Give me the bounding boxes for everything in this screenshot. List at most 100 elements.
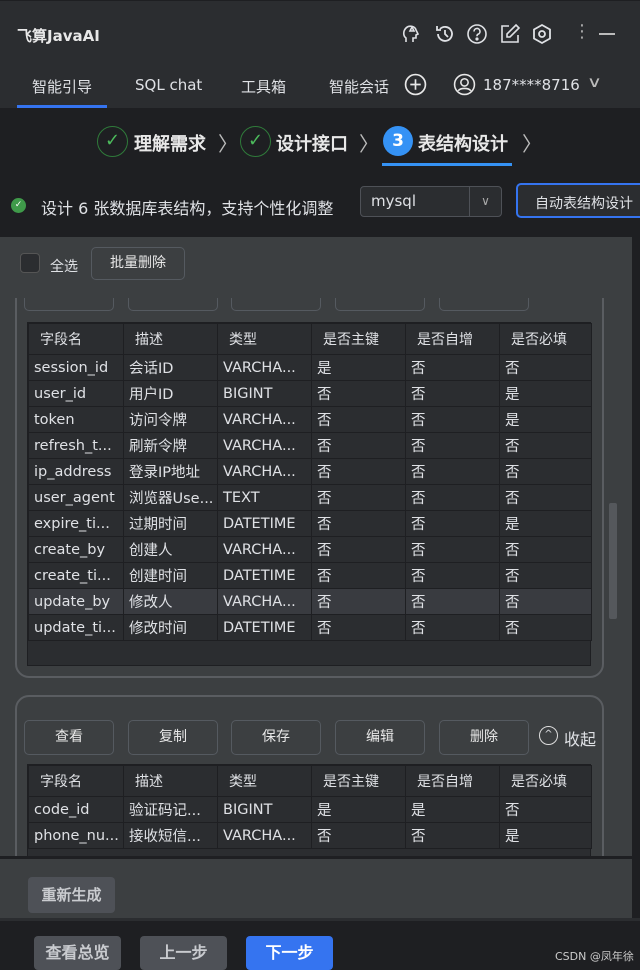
table-cell: 修改时间 (123, 614, 218, 641)
collapse-icon[interactable]: ^ (539, 726, 558, 745)
delete-button[interactable]: 删除 (439, 720, 529, 755)
edit-button[interactable] (335, 298, 425, 311)
select-all-label[interactable]: 全选 (50, 256, 78, 276)
table-cell: 否 (311, 380, 406, 407)
tab-guide[interactable]: 智能引导 (32, 76, 92, 97)
minimize-icon[interactable] (599, 33, 615, 35)
delete-button[interactable] (439, 298, 529, 311)
more-icon[interactable]: ⋮ (573, 21, 591, 42)
table-cell: DATETIME (217, 562, 312, 589)
tab-chat[interactable]: 智能会话 (329, 76, 389, 97)
user-phone[interactable]: 187****8716 (483, 76, 580, 94)
table-cell: 否 (405, 354, 500, 381)
table-cell: create_by (28, 536, 124, 563)
table-cell: expire_ti... (28, 510, 124, 537)
column-header: 字段名 (28, 765, 124, 797)
table-row[interactable]: refresh_t... 刷新令牌 VARCHA... 否否否 (28, 432, 592, 459)
chevron-right-icon: 〉 (359, 132, 379, 156)
tab-sql-chat[interactable]: SQL chat (135, 76, 202, 94)
tab-toolbox[interactable]: 工具箱 (241, 76, 286, 97)
table-cell: 创建时间 (123, 562, 218, 589)
column-header: 描述 (123, 765, 218, 797)
table-row[interactable]: session_id 会话ID VARCHA... 是否否 (28, 354, 592, 381)
db-type-value: mysql (371, 192, 416, 210)
table-cell: VARCHA... (217, 822, 312, 849)
table-cell: update_ti... (28, 614, 124, 641)
select-all-checkbox[interactable] (20, 253, 40, 273)
column-header: 类型 (217, 323, 312, 355)
check-icon: ✓ (97, 126, 128, 157)
table-cell: phone_nu... (28, 822, 124, 849)
table-cell: 刷新令牌 (123, 432, 218, 459)
collapse-button[interactable]: 收起 (564, 726, 596, 750)
table-cell: 否 (311, 484, 406, 511)
table-cell: 否 (499, 458, 592, 485)
table-cell: user_id (28, 380, 124, 407)
view-button[interactable] (24, 298, 114, 311)
scrollbar[interactable] (609, 503, 617, 619)
chevron-right-icon: 〉 (522, 132, 542, 156)
table-row[interactable]: code_id 验证码记... BIGINT 是是否 (28, 796, 592, 823)
table-row[interactable]: phone_nu... 接收短信... VARCHA... 否否是 (28, 822, 592, 849)
table-row[interactable]: create_ti... 创建时间 DATETIME 否否否 (28, 562, 592, 589)
copy-button[interactable] (128, 298, 218, 311)
history-icon[interactable] (434, 23, 456, 45)
table-cell: 否 (405, 588, 500, 615)
save-button[interactable] (231, 298, 321, 311)
table-cell: 是 (499, 380, 592, 407)
table-row[interactable]: user_agent 浏览器Use... TEXT 否否否 (28, 484, 592, 511)
step-3-label: 表结构设计 (418, 134, 508, 155)
table-card-2-viewport: 查看 复制 保存 编辑 删除 ^ 收起 字段名 描述 类型 是否主键 是否自增 是否必填 code_… (0, 690, 632, 856)
edit-icon[interactable] (499, 23, 521, 45)
table-cell: VARCHA... (217, 588, 312, 615)
table-1-frame: 字段名 描述 类型 是否主键 是否自增 是否必填 session_id 会话ID VARCHA.… (27, 322, 592, 666)
step-3-number: 3 (383, 126, 413, 156)
table-cell: 否 (499, 614, 592, 641)
table-cell: 过期时间 (123, 510, 218, 537)
chevron-down-icon[interactable]: ∨ (587, 73, 602, 91)
copy-button[interactable]: 复制 (128, 720, 218, 755)
edit-button[interactable]: 编辑 (335, 720, 425, 755)
view-button[interactable]: 查看 (24, 720, 114, 755)
regenerate-button[interactable]: 重新生成 (28, 877, 115, 913)
table-cell: VARCHA... (217, 432, 312, 459)
table-cell: 否 (499, 588, 592, 615)
settings-icon[interactable] (531, 23, 553, 45)
help-icon[interactable] (466, 23, 488, 45)
db-type-select[interactable]: mysql ∨ (360, 186, 502, 217)
table-cell: DATETIME (217, 614, 312, 641)
save-button[interactable]: 保存 (231, 720, 321, 755)
table-card-1-viewport: 字段名 描述 类型 是否主键 是否自增 是否必填 session_id 会话ID VARCHA.… (0, 298, 632, 683)
table-cell: DATETIME (217, 510, 312, 537)
table-row[interactable]: update_by 修改人 VARCHA... 否否否 (28, 588, 592, 615)
next-step-button[interactable]: 下一步 (246, 936, 333, 970)
column-header: 是否主键 (311, 323, 406, 355)
add-chat-icon[interactable] (404, 73, 427, 96)
auto-design-button[interactable]: 自动表结构设计 (516, 183, 640, 218)
table-cell: 否 (499, 536, 592, 563)
table-row[interactable]: create_by 创建人 VARCHA... 否否否 (28, 536, 592, 563)
table-cell: 否 (405, 406, 500, 433)
table-cell: VARCHA... (217, 354, 312, 381)
batch-delete-button[interactable]: 批量删除 (91, 247, 185, 280)
table-cell: 否 (311, 588, 406, 615)
active-step-indicator (382, 163, 512, 166)
overview-button[interactable]: 查看总览 (34, 936, 121, 970)
table-cell: 否 (311, 406, 406, 433)
app-title: 飞算JavaAI (17, 27, 100, 45)
column-header: 是否自增 (405, 323, 500, 355)
table-row[interactable]: update_ti... 修改时间 DATETIME 否否否 (28, 614, 592, 641)
prev-step-button[interactable]: 上一步 (140, 936, 227, 970)
table-row[interactable]: ip_address 登录IP地址 VARCHA... 否否否 (28, 458, 592, 485)
user-avatar-icon[interactable] (453, 73, 476, 96)
table-row[interactable]: token 访问令牌 VARCHA... 否否是 (28, 406, 592, 433)
table-cell: session_id (28, 354, 124, 381)
table-cell: 创建人 (123, 536, 218, 563)
table-row[interactable]: expire_ti... 过期时间 DATETIME 否否是 (28, 510, 592, 537)
table-cell: 否 (405, 510, 500, 537)
status-text: 设计 6 张数据库表结构，支持个性化调整 (41, 199, 334, 218)
brain-icon[interactable] (400, 23, 422, 45)
divider (0, 918, 640, 921)
table-row[interactable]: user_id 用户ID BIGINT 否否是 (28, 380, 592, 407)
table-cell: 是 (405, 796, 500, 823)
